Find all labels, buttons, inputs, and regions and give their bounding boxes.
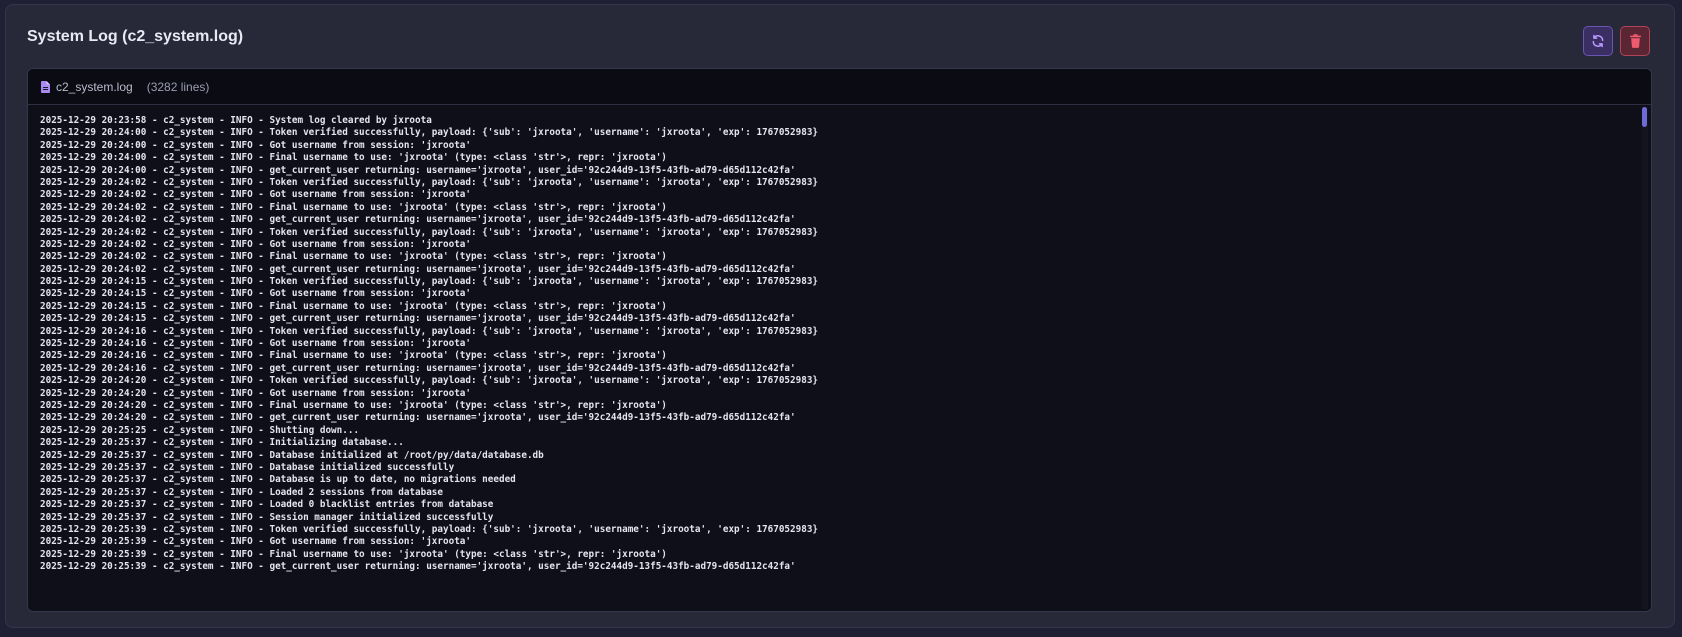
log-line: 2025-12-29 20:25:39 - c2_system - INFO -…	[40, 523, 819, 535]
log-line: 2025-12-29 20:25:39 - c2_system - INFO -…	[40, 548, 667, 560]
log-line: 2025-12-29 20:24:15 - c2_system - INFO -…	[40, 276, 819, 288]
log-line: 2025-12-29 20:24:02 - c2_system - INFO -…	[40, 263, 796, 275]
log-line: 2025-12-29 20:25:37 - c2_system - INFO -…	[40, 499, 494, 511]
file-icon	[41, 80, 50, 93]
log-line: 2025-12-29 20:24:20 - c2_system - INFO -…	[40, 387, 471, 399]
log-line: 2025-12-29 20:25:39 - c2_system - INFO -…	[40, 561, 796, 573]
log-scrollbar[interactable]	[1642, 107, 1648, 609]
log-line-count: (3282 lines)	[146, 79, 210, 94]
log-line: 2025-12-29 20:25:37 - c2_system - INFO -…	[40, 449, 544, 461]
log-line: 2025-12-29 20:24:02 - c2_system - INFO -…	[40, 201, 667, 213]
refresh-button[interactable]	[1583, 26, 1613, 56]
log-line: 2025-12-29 20:24:20 - c2_system - INFO -…	[40, 412, 796, 424]
log-line: 2025-12-29 20:24:16 - c2_system - INFO -…	[40, 338, 471, 350]
log-content[interactable]: 2025-12-29 20:23:58 - c2_system - INFO -…	[28, 105, 1651, 611]
log-line: 2025-12-29 20:24:20 - c2_system - INFO -…	[40, 399, 667, 411]
log-line: 2025-12-29 20:24:00 - c2_system - INFO -…	[40, 127, 819, 139]
log-line: 2025-12-29 20:24:02 - c2_system - INFO -…	[40, 189, 471, 201]
system-log-panel: System Log (c2_system.log) c2_system.log…	[5, 4, 1675, 628]
log-filename: c2_system.log	[56, 79, 133, 94]
log-line: 2025-12-29 20:25:37 - c2_system - INFO -…	[40, 437, 404, 449]
delete-log-button[interactable]	[1620, 26, 1650, 56]
log-line: 2025-12-29 20:24:15 - c2_system - INFO -…	[40, 288, 471, 300]
log-line: 2025-12-29 20:25:37 - c2_system - INFO -…	[40, 461, 455, 473]
log-line: 2025-12-29 20:24:02 - c2_system - INFO -…	[40, 251, 667, 263]
log-line: 2025-12-29 20:25:25 - c2_system - INFO -…	[40, 424, 360, 436]
log-line: 2025-12-29 20:24:02 - c2_system - INFO -…	[40, 214, 796, 226]
log-line: 2025-12-29 20:24:00 - c2_system - INFO -…	[40, 139, 471, 151]
log-line: 2025-12-29 20:23:58 - c2_system - INFO -…	[40, 115, 432, 126]
log-line: 2025-12-29 20:24:16 - c2_system - INFO -…	[40, 362, 796, 374]
log-header: c2_system.log (3282 lines)	[28, 69, 1651, 105]
panel-title: System Log (c2_system.log)	[27, 28, 244, 45]
log-scrollbar-thumb[interactable]	[1642, 107, 1647, 127]
log-line: 2025-12-29 20:24:00 - c2_system - INFO -…	[40, 152, 667, 164]
log-line: 2025-12-29 20:24:16 - c2_system - INFO -…	[40, 325, 819, 337]
log-viewer: c2_system.log (3282 lines) 2025-12-29 20…	[27, 68, 1652, 612]
log-line: 2025-12-29 20:24:02 - c2_system - INFO -…	[40, 238, 471, 250]
log-line: 2025-12-29 20:25:37 - c2_system - INFO -…	[40, 486, 443, 498]
log-line: 2025-12-29 20:25:37 - c2_system - INFO -…	[40, 474, 516, 486]
log-line: 2025-12-29 20:24:02 - c2_system - INFO -…	[40, 226, 819, 238]
log-line: 2025-12-29 20:24:16 - c2_system - INFO -…	[40, 350, 667, 362]
refresh-icon	[1591, 34, 1605, 48]
log-line: 2025-12-29 20:24:15 - c2_system - INFO -…	[40, 313, 796, 325]
log-line: 2025-12-29 20:24:20 - c2_system - INFO -…	[40, 375, 819, 387]
trash-icon	[1629, 34, 1642, 48]
log-line: 2025-12-29 20:25:37 - c2_system - INFO -…	[40, 511, 494, 523]
log-line: 2025-12-29 20:24:00 - c2_system - INFO -…	[40, 164, 796, 176]
log-line: 2025-12-29 20:24:02 - c2_system - INFO -…	[40, 176, 819, 188]
log-line: 2025-12-29 20:24:15 - c2_system - INFO -…	[40, 300, 667, 312]
log-line: 2025-12-29 20:25:39 - c2_system - INFO -…	[40, 536, 471, 548]
